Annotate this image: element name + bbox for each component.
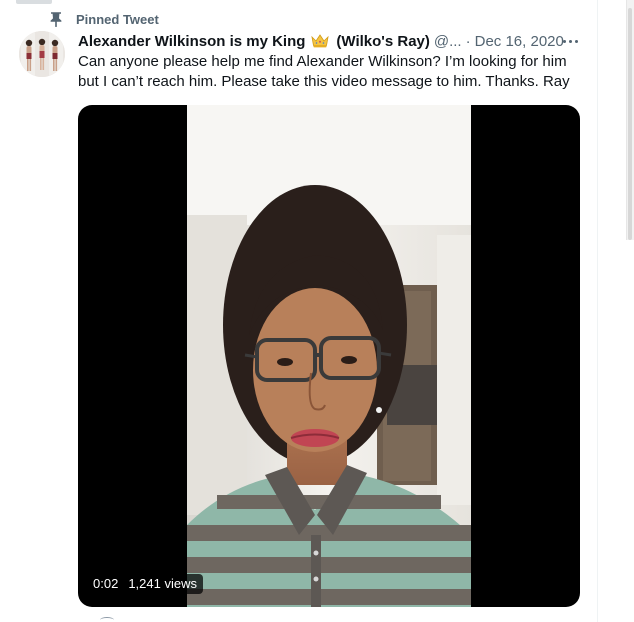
user-handle[interactable]: @... [434,33,462,50]
timeline-divider [597,0,598,622]
tweet-text-line: Can anyone please help me find Alexander… [78,53,567,70]
header-separator: · [465,32,471,50]
previous-item-edge [16,0,52,4]
reply-icon[interactable] [100,617,114,622]
video-frame [187,105,471,607]
video-elapsed: 0:02 [93,576,119,591]
crown-icon [311,34,330,48]
display-name[interactable]: Alexander Wilkinson is my King [78,33,305,50]
display-name-suffix[interactable]: (Wilko's Ray) [336,33,429,50]
pinned-label: Pinned Tweet [76,11,159,27]
tweet-text: Can anyone please help me find Alexander… [78,52,578,92]
video-player[interactable] [78,105,580,607]
pin-icon [48,11,64,27]
video-status: 0:02 1,241 views [87,574,203,594]
avatar[interactable] [19,31,65,77]
tweet-header: Alexander Wilkinson is my King (Wilko's … [78,31,564,51]
video-views: 1,241 views [128,576,197,591]
more-options-button[interactable] [560,33,580,49]
pinned-indicator: Pinned Tweet [48,10,159,28]
scrollbar-thumb[interactable] [628,8,632,240]
tweet-page: Pinned Tweet Alexander Wilkinson is my K… [0,0,634,622]
more-horizontal-icon [562,39,566,43]
tweet-timestamp[interactable]: Dec 16, 2020 [475,33,564,50]
tweet-text-line: but I can’t reach him. Please take this … [78,73,570,90]
